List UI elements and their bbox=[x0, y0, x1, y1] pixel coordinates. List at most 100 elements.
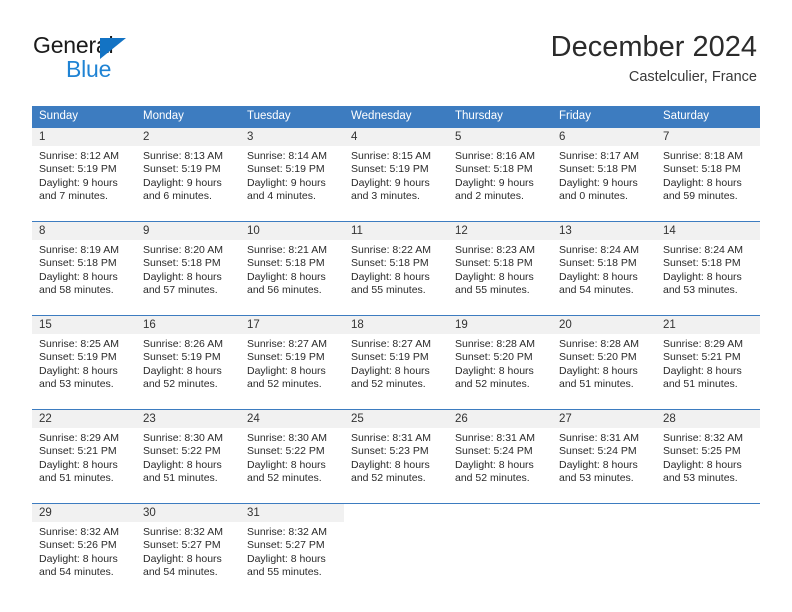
weekday-header-thursday: Thursday bbox=[448, 106, 552, 128]
daylight-text-line2: and 2 minutes. bbox=[455, 190, 524, 203]
weekday-header-tuesday: Tuesday bbox=[240, 106, 344, 128]
day-number: 23 bbox=[136, 409, 240, 428]
day-cell-empty bbox=[448, 522, 552, 597]
day-number-empty bbox=[552, 503, 656, 522]
daylight-text-line1: Daylight: 8 hours bbox=[39, 552, 118, 565]
day-number: 8 bbox=[32, 221, 136, 240]
daylight-text-line2: and 53 minutes. bbox=[663, 284, 738, 297]
sunset-text: Sunset: 5:18 PM bbox=[143, 257, 221, 270]
day-cell: Sunrise: 8:31 AM Sunset: 5:23 PM Dayligh… bbox=[344, 428, 448, 504]
daylight-text-line1: Daylight: 8 hours bbox=[455, 364, 534, 377]
sunrise-text: Sunrise: 8:12 AM bbox=[39, 150, 119, 162]
week-row-daynumbers: 15 16 17 18 19 20 21 bbox=[32, 315, 760, 334]
day-cell: Sunrise: 8:18 AM Sunset: 5:18 PM Dayligh… bbox=[656, 146, 760, 222]
daylight-text-line2: and 51 minutes. bbox=[559, 378, 634, 391]
sunset-text: Sunset: 5:19 PM bbox=[143, 351, 221, 364]
day-cell-empty bbox=[552, 522, 656, 597]
week-row-details: Sunrise: 8:25 AM Sunset: 5:19 PM Dayligh… bbox=[32, 334, 760, 410]
sunset-text: Sunset: 5:19 PM bbox=[143, 163, 221, 176]
daylight-text-line2: and 51 minutes. bbox=[143, 472, 218, 485]
calendar-page: General Blue December 2024 Castelculier,… bbox=[0, 0, 792, 612]
sunset-text: Sunset: 5:19 PM bbox=[351, 351, 429, 364]
page-subtitle-location: Castelculier, France bbox=[628, 69, 757, 85]
daylight-text-line1: Daylight: 8 hours bbox=[351, 458, 430, 471]
sunset-text: Sunset: 5:18 PM bbox=[663, 257, 741, 270]
sunset-text: Sunset: 5:18 PM bbox=[559, 257, 637, 270]
daylight-text-line1: Daylight: 8 hours bbox=[663, 270, 742, 283]
weekday-header-sunday: Sunday bbox=[32, 106, 136, 128]
daylight-text-line2: and 52 minutes. bbox=[247, 472, 322, 485]
daylight-text-line2: and 52 minutes. bbox=[143, 378, 218, 391]
day-number: 20 bbox=[552, 315, 656, 334]
day-cell: Sunrise: 8:32 AM Sunset: 5:25 PM Dayligh… bbox=[656, 428, 760, 504]
day-cell: Sunrise: 8:32 AM Sunset: 5:26 PM Dayligh… bbox=[32, 522, 136, 597]
daylight-text-line1: Daylight: 9 hours bbox=[143, 176, 222, 189]
week-row-details: Sunrise: 8:12 AM Sunset: 5:19 PM Dayligh… bbox=[32, 146, 760, 222]
sunrise-text: Sunrise: 8:30 AM bbox=[247, 432, 327, 444]
daylight-text-line2: and 51 minutes. bbox=[39, 472, 114, 485]
sunrise-text: Sunrise: 8:27 AM bbox=[247, 338, 327, 350]
daylight-text-line1: Daylight: 8 hours bbox=[39, 270, 118, 283]
day-cell: Sunrise: 8:16 AM Sunset: 5:18 PM Dayligh… bbox=[448, 146, 552, 222]
weekday-header-wednesday: Wednesday bbox=[344, 106, 448, 128]
daylight-text-line1: Daylight: 8 hours bbox=[39, 364, 118, 377]
sunset-text: Sunset: 5:22 PM bbox=[143, 445, 221, 458]
sunset-text: Sunset: 5:22 PM bbox=[247, 445, 325, 458]
daylight-text-line1: Daylight: 8 hours bbox=[143, 364, 222, 377]
sunset-text: Sunset: 5:18 PM bbox=[455, 257, 533, 270]
logo-text-blue: Blue bbox=[66, 56, 112, 82]
sunrise-text: Sunrise: 8:15 AM bbox=[351, 150, 431, 162]
day-number: 24 bbox=[240, 409, 344, 428]
daylight-text-line1: Daylight: 8 hours bbox=[247, 458, 326, 471]
day-number: 16 bbox=[136, 315, 240, 334]
sunset-text: Sunset: 5:18 PM bbox=[663, 163, 741, 176]
sunset-text: Sunset: 5:24 PM bbox=[455, 445, 533, 458]
day-number: 19 bbox=[448, 315, 552, 334]
day-number: 29 bbox=[32, 503, 136, 522]
sunrise-text: Sunrise: 8:25 AM bbox=[39, 338, 119, 350]
sunset-text: Sunset: 5:24 PM bbox=[559, 445, 637, 458]
daylight-text-line1: Daylight: 8 hours bbox=[143, 458, 222, 471]
weekday-header-monday: Monday bbox=[136, 106, 240, 128]
day-number: 14 bbox=[656, 221, 760, 240]
sunset-text: Sunset: 5:19 PM bbox=[351, 163, 429, 176]
day-cell: Sunrise: 8:17 AM Sunset: 5:18 PM Dayligh… bbox=[552, 146, 656, 222]
daylight-text-line1: Daylight: 8 hours bbox=[351, 270, 430, 283]
daylight-text-line2: and 53 minutes. bbox=[559, 472, 634, 485]
sunrise-text: Sunrise: 8:16 AM bbox=[455, 150, 535, 162]
sunrise-text: Sunrise: 8:28 AM bbox=[559, 338, 639, 350]
day-cell: Sunrise: 8:30 AM Sunset: 5:22 PM Dayligh… bbox=[136, 428, 240, 504]
daylight-text-line1: Daylight: 9 hours bbox=[559, 176, 638, 189]
daylight-text-line2: and 52 minutes. bbox=[247, 378, 322, 391]
day-number: 9 bbox=[136, 221, 240, 240]
day-number: 12 bbox=[448, 221, 552, 240]
sunrise-text: Sunrise: 8:23 AM bbox=[455, 244, 535, 256]
day-number: 17 bbox=[240, 315, 344, 334]
daylight-text-line1: Daylight: 8 hours bbox=[455, 270, 534, 283]
day-number: 21 bbox=[656, 315, 760, 334]
day-cell: Sunrise: 8:20 AM Sunset: 5:18 PM Dayligh… bbox=[136, 240, 240, 316]
day-number: 6 bbox=[552, 127, 656, 146]
week-row-daynumbers: 29 30 31 bbox=[32, 503, 760, 522]
daylight-text-line1: Daylight: 9 hours bbox=[247, 176, 326, 189]
daylight-text-line2: and 52 minutes. bbox=[455, 472, 530, 485]
sunrise-text: Sunrise: 8:24 AM bbox=[663, 244, 743, 256]
sunset-text: Sunset: 5:26 PM bbox=[39, 539, 117, 552]
day-cell: Sunrise: 8:25 AM Sunset: 5:19 PM Dayligh… bbox=[32, 334, 136, 410]
daylight-text-line1: Daylight: 8 hours bbox=[455, 458, 534, 471]
sunset-text: Sunset: 5:18 PM bbox=[247, 257, 325, 270]
day-cell: Sunrise: 8:29 AM Sunset: 5:21 PM Dayligh… bbox=[32, 428, 136, 504]
day-cell: Sunrise: 8:21 AM Sunset: 5:18 PM Dayligh… bbox=[240, 240, 344, 316]
day-number: 2 bbox=[136, 127, 240, 146]
sunrise-text: Sunrise: 8:29 AM bbox=[39, 432, 119, 444]
sunset-text: Sunset: 5:23 PM bbox=[351, 445, 429, 458]
daylight-text-line2: and 52 minutes. bbox=[351, 378, 426, 391]
daylight-text-line1: Daylight: 8 hours bbox=[39, 458, 118, 471]
sunset-text: Sunset: 5:19 PM bbox=[247, 351, 325, 364]
sunrise-text: Sunrise: 8:29 AM bbox=[663, 338, 743, 350]
day-number: 3 bbox=[240, 127, 344, 146]
daylight-text-line2: and 52 minutes. bbox=[351, 472, 426, 485]
sunrise-text: Sunrise: 8:28 AM bbox=[455, 338, 535, 350]
weekday-header-friday: Friday bbox=[552, 106, 656, 128]
daylight-text-line1: Daylight: 8 hours bbox=[247, 364, 326, 377]
